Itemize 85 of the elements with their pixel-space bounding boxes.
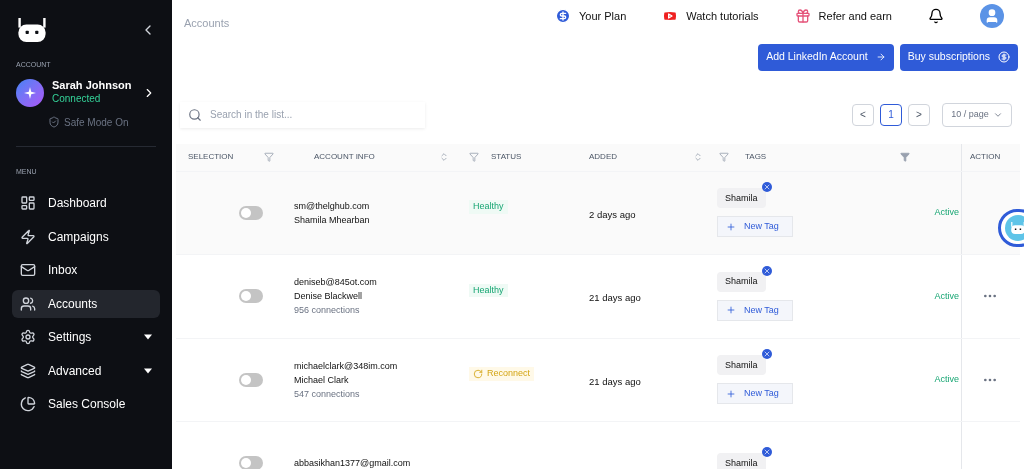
toggle-switch[interactable]: [239, 205, 263, 220]
plus-icon: [726, 388, 736, 399]
users-icon: [20, 295, 36, 312]
dashboard-icon: [20, 195, 36, 212]
prev-page-button[interactable]: <: [852, 103, 874, 126]
column-header: SELECTION: [188, 151, 234, 163]
bell-icon[interactable]: [928, 7, 944, 24]
next-page-button[interactable]: >: [908, 103, 930, 126]
remove-tag-icon[interactable]: [761, 349, 772, 360]
account-status: Connected: [52, 93, 102, 106]
column-header: ACCOUNT INFO: [314, 151, 375, 163]
dollar-icon: [554, 7, 571, 24]
robot-logo-icon: [16, 16, 48, 44]
menu-item[interactable]: Campaigns: [12, 222, 160, 251]
action-button[interactable]: Buy subscriptions: [899, 43, 1018, 71]
filter-icon[interactable]: [900, 152, 910, 162]
toggle-switch[interactable]: [239, 372, 263, 387]
new-tag-button[interactable]: New Tag: [717, 216, 793, 238]
filter-icon[interactable]: [719, 152, 729, 162]
safe-mode-label: Safe Mode On: [64, 115, 129, 130]
action-button[interactable]: Add LinkedIn Account: [758, 43, 894, 71]
dollar-icon: [998, 51, 1010, 63]
status-badge: Healthy: [469, 200, 508, 214]
avatar-icon: [16, 78, 44, 107]
toggle-switch[interactable]: [239, 456, 263, 469]
remove-tag-icon[interactable]: [761, 447, 772, 458]
remove-tag-icon[interactable]: [761, 265, 772, 276]
caret-icon: [144, 367, 152, 374]
menu-item[interactable]: Advanced: [12, 356, 160, 385]
status-badge: Healthy: [469, 283, 508, 297]
lightning-icon: [20, 228, 36, 245]
plus-icon: [726, 305, 736, 316]
caret-icon: [144, 334, 152, 341]
added-date: 21 days ago: [589, 375, 641, 387]
header-link[interactable]: Watch tutorials: [662, 7, 759, 24]
added-date: 21 days ago: [589, 292, 641, 304]
menu-item[interactable]: Accounts: [12, 289, 160, 318]
filter-icon[interactable]: [264, 152, 274, 162]
toggle-switch[interactable]: [239, 289, 263, 304]
account-name: Denise Blackwell: [294, 290, 364, 304]
search-icon: [188, 107, 202, 122]
account-email: michaelclark@348im.com: [294, 359, 399, 373]
sort-icon[interactable]: [439, 152, 449, 162]
menu-item[interactable]: Inbox: [12, 256, 160, 285]
column-header: TAGS: [745, 151, 767, 163]
page-button[interactable]: 1: [880, 103, 902, 126]
new-tag-button[interactable]: New Tag: [717, 383, 793, 405]
activity-status: Active: [934, 289, 959, 303]
column-header: STATUS: [491, 151, 522, 163]
account-name: Shamila Mhearban: [294, 213, 371, 227]
header-link[interactable]: Your Plan: [554, 7, 627, 24]
robot-icon: [1010, 221, 1024, 235]
activity-status: Active: [934, 373, 959, 386]
sort-icon[interactable]: [693, 152, 703, 162]
account-email: abbasikhan1377@gmail.com: [294, 457, 412, 469]
activity-status: Active: [934, 206, 959, 219]
header-link[interactable]: Refer and earn: [794, 7, 892, 24]
arrow-right-icon: [875, 52, 886, 62]
connections-count: 547 connections: [294, 387, 361, 401]
pie-chart-icon: [20, 396, 36, 413]
user-avatar-icon[interactable]: [980, 3, 1004, 28]
menu-item[interactable]: Sales Console: [12, 390, 160, 419]
column-header: ADDED: [589, 151, 617, 163]
account-email: deniseb@845ot.com: [294, 276, 378, 290]
gift-icon: [794, 7, 811, 24]
page-size-select[interactable]: 10 / page: [942, 102, 1012, 127]
search-field[interactable]: Search in the list...: [210, 107, 417, 122]
account-switcher[interactable]: Sarah Johnson Connected: [16, 78, 156, 107]
filter-icon[interactable]: [469, 152, 479, 162]
account-email: sm@thelghub.com: [294, 199, 371, 213]
plus-icon: [726, 221, 736, 232]
added-date: 2 days ago: [589, 208, 636, 220]
new-tag-button[interactable]: New Tag: [717, 299, 793, 321]
menu-item[interactable]: Settings: [12, 323, 160, 352]
account-name: Michael Clark: [294, 373, 350, 387]
shield-icon: [48, 116, 60, 128]
account-name: Sarah Johnson: [52, 79, 133, 94]
remove-tag-icon[interactable]: [761, 182, 772, 193]
settings-icon: [20, 329, 36, 346]
menu-item[interactable]: Dashboard: [12, 189, 160, 218]
connections-count: 956 connections: [294, 304, 361, 318]
mail-icon: [20, 262, 36, 279]
page-title: Accounts: [184, 16, 231, 31]
column-header: ACTION: [970, 151, 1001, 163]
layers-icon: [20, 362, 36, 379]
